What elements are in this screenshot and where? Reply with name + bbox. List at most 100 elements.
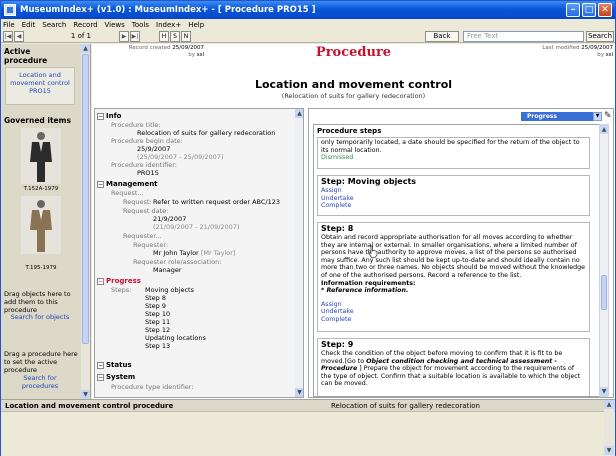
menu-file[interactable]: File (3, 21, 15, 29)
main-panel: Record created 25/09/2007 by ssl Procedu… (92, 44, 615, 399)
scroll-up-icon[interactable]: ▲ (295, 109, 303, 118)
request-group-label: Request... (111, 189, 144, 197)
governed-items-header: Governed items (4, 116, 71, 125)
item-image-suit-1[interactable] (21, 128, 61, 184)
first-record-button[interactable]: |◀ (3, 31, 13, 42)
progress-label: Progress (106, 277, 141, 285)
chevron-down-icon[interactable]: ▼ (593, 112, 602, 121)
requester-value: Mr John Taylor [Mr Taylor] (153, 249, 235, 257)
last-record-button[interactable]: ▶| (130, 31, 140, 42)
menu-bar: File Edit Search Record Views Tools Inde… (1, 19, 615, 30)
management-label: Management (106, 180, 158, 188)
collapse-icon[interactable]: − (97, 180, 104, 188)
scroll-up-icon[interactable]: ▲ (81, 44, 90, 53)
proc-type-label: Procedure type identifier: (111, 383, 194, 391)
complete-link[interactable]: Complete (321, 316, 586, 324)
step-list-item: Moving objects (145, 286, 194, 294)
request-date-range: (21/09/2007 - 21/09/2007) (153, 223, 240, 231)
summary-title: Location and movement control procedure (5, 402, 174, 410)
step-text: ] Prepare the object for movement accord… (321, 365, 581, 388)
status-label: Status (106, 361, 132, 369)
management-section[interactable]: − Management (97, 180, 158, 189)
step-list-item: Step 9 (145, 302, 167, 310)
info-requirements-item: * Reference information. (321, 287, 409, 295)
next-record-button[interactable]: ▶ (119, 31, 129, 42)
free-text-input[interactable]: Free Text (463, 31, 584, 42)
status-section[interactable]: − Status (97, 361, 132, 370)
undertake-link[interactable]: Undertake (321, 308, 586, 316)
scroll-down-icon[interactable]: ▼ (600, 387, 608, 396)
summary-panel: Location and movement control procedure … (1, 399, 615, 456)
close-button[interactable]: ✕ (598, 3, 612, 17)
system-label: System (106, 373, 136, 381)
collapse-icon[interactable]: − (97, 361, 104, 369)
details-panel: − Info Procedure title: Relocation of sui… (94, 108, 304, 398)
step-list-item: Step 13 (145, 342, 171, 350)
active-procedure-link[interactable]: Location and movement control PRO15 (6, 71, 74, 95)
steps-scrollbar[interactable]: ▲ ▼ (599, 124, 609, 397)
sidebar-scroll-thumb[interactable] (82, 54, 89, 344)
scroll-up-icon[interactable]: ▲ (600, 125, 608, 134)
nav-h-button[interactable]: H (159, 31, 169, 42)
step-list-item: Step 10 (145, 310, 171, 318)
info-label: Info (106, 112, 122, 120)
menu-tools[interactable]: Tools (132, 21, 149, 29)
scroll-down-icon[interactable]: ▼ (81, 390, 90, 399)
search-procedures-link[interactable]: Search for procedures (5, 374, 75, 390)
assign-link[interactable]: Assign (321, 301, 586, 309)
sidebar: Active procedure Location and movement c… (1, 44, 91, 399)
title-bar: MuseumIndex+ (v1.0) : MuseumIndex+ - [ P… (1, 1, 615, 19)
proc-title-label: Procedure title: (111, 121, 161, 129)
step-title: Step: Moving objects (321, 177, 417, 186)
app-icon (4, 4, 16, 16)
step-list-item: Step 8 (145, 294, 167, 302)
item-image-suit-2[interactable] (21, 196, 61, 254)
scroll-down-icon[interactable]: ▼ (604, 446, 614, 455)
summary-scrollbar[interactable]: ▲ ▼ (604, 400, 614, 455)
menu-search[interactable]: Search (42, 21, 66, 29)
menu-index[interactable]: Index+ (156, 21, 181, 29)
search-objects-link[interactable]: Search for objects (5, 313, 75, 321)
progress-section[interactable]: − Progress (97, 277, 141, 286)
edit-pencil-icon[interactable]: ✎ (604, 111, 613, 122)
menu-edit[interactable]: Edit (22, 21, 36, 29)
requester-label: Requester: (133, 241, 169, 249)
maximize-button[interactable]: □ (582, 3, 596, 17)
summary-subtitle: Relocation of suits for gallery redecora… (331, 402, 480, 410)
modified-by: ssl (605, 52, 613, 58)
sidebar-scrollbar[interactable]: ▲ ▼ (81, 44, 90, 399)
prev-record-button[interactable]: ◀ (14, 31, 24, 42)
step-title: Step: 9 (321, 340, 354, 349)
procedure-steps-box: Procedure steps only temporarily located… (313, 124, 603, 397)
progress-select[interactable]: Progress (521, 112, 593, 121)
menu-record[interactable]: Record (73, 21, 97, 29)
menu-views[interactable]: Views (105, 21, 125, 29)
collapse-icon[interactable]: − (97, 373, 104, 381)
collapse-icon[interactable]: − (97, 277, 104, 285)
steps-scroll-thumb[interactable] (601, 275, 607, 310)
window-title: MuseumIndex+ (v1.0) : MuseumIndex+ - [ P… (20, 5, 316, 15)
back-button[interactable]: Back (425, 31, 459, 42)
steps-header: Procedure steps (317, 127, 382, 135)
info-section[interactable]: − Info (97, 112, 121, 121)
step-list-item: Step 11 (145, 318, 171, 326)
scroll-down-icon[interactable]: ▼ (295, 388, 303, 397)
system-section[interactable]: − System (97, 373, 135, 382)
scroll-up-icon[interactable]: ▲ (604, 400, 614, 409)
complete-link[interactable]: Complete (321, 202, 586, 210)
undertake-link[interactable]: Undertake (321, 195, 586, 203)
modified-by-label: by (597, 52, 604, 58)
step-list-item: Updating locations (145, 334, 206, 342)
nav-s-button[interactable]: S (170, 31, 180, 42)
drag-objects-hint: Drag objects here to add them to this pr… (4, 290, 71, 314)
collapse-icon[interactable]: − (97, 112, 104, 120)
assign-link[interactable]: Assign (321, 187, 586, 195)
nav-n-button[interactable]: N (181, 31, 191, 42)
request-date-value: 21/9/2007 (153, 215, 187, 223)
details-scrollbar[interactable]: ▲ ▼ (295, 109, 303, 397)
search-button[interactable]: Search (586, 31, 614, 42)
menu-help[interactable]: Help (188, 21, 204, 29)
request-value: Refer to written request order ABC/123 (153, 198, 281, 206)
last-modified: Last modified 25/09/2007 by ssl (503, 45, 613, 59)
minimize-button[interactable]: – (566, 3, 580, 17)
